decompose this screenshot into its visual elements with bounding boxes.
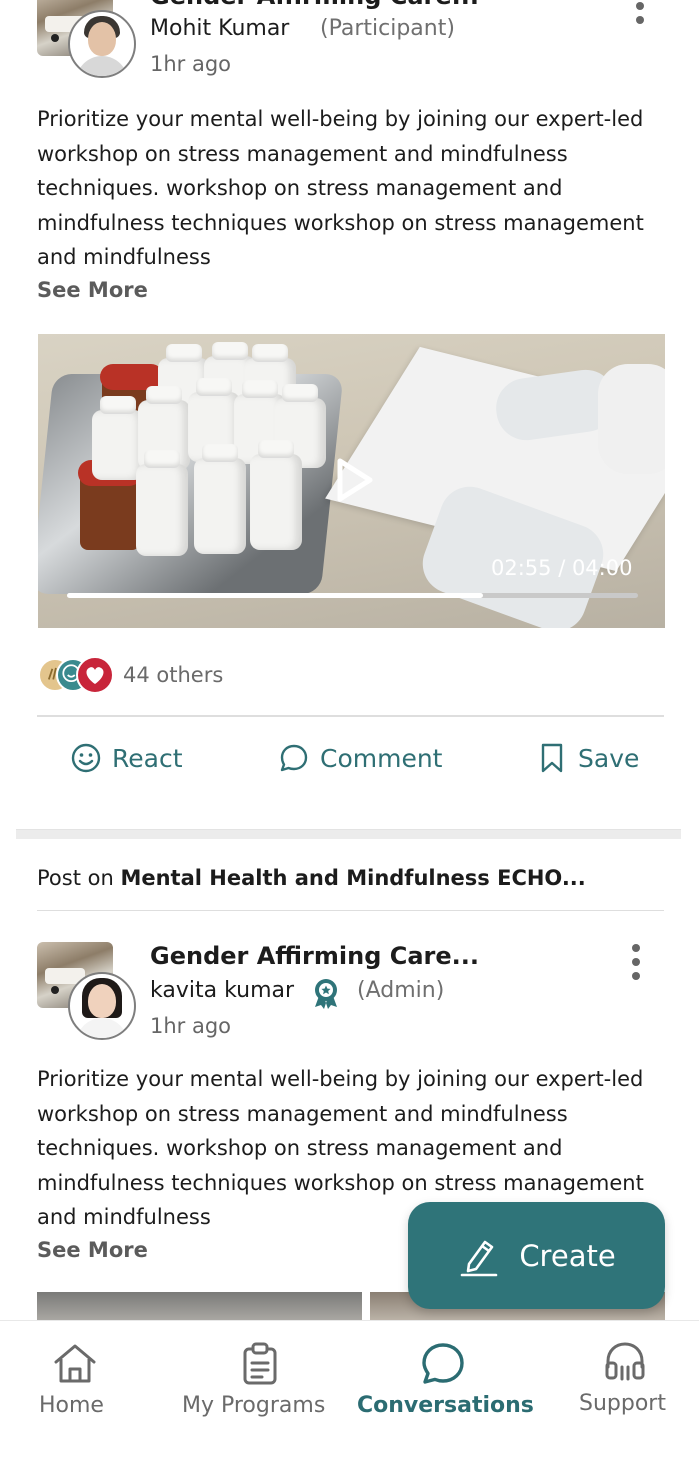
clipboard-icon bbox=[243, 1342, 277, 1385]
video-progress-bar[interactable] bbox=[67, 593, 638, 598]
bottom-nav: Home My Programs Conversations Support bbox=[0, 1320, 699, 1478]
nav-support-label: Support bbox=[579, 1391, 666, 1416]
more-options-icon[interactable] bbox=[634, 0, 646, 28]
avatar[interactable] bbox=[68, 972, 136, 1040]
home-icon bbox=[54, 1344, 96, 1383]
divider bbox=[37, 910, 664, 911]
comment-button[interactable]: Comment bbox=[278, 742, 443, 774]
community-link[interactable]: Mental Health and Mindfulness ECHO... bbox=[120, 866, 585, 890]
nav-programs-label: My Programs bbox=[182, 1393, 326, 1418]
post-time: 1hr ago bbox=[150, 1014, 232, 1038]
video-progress-fill bbox=[67, 593, 484, 598]
pencil-icon bbox=[461, 1240, 498, 1276]
play-icon[interactable] bbox=[335, 457, 375, 503]
react-button[interactable]: React bbox=[70, 742, 183, 774]
post-context: Post on Mental Health and Mindfulness EC… bbox=[37, 866, 586, 890]
heart-icon bbox=[76, 656, 114, 694]
comment-icon bbox=[280, 744, 308, 772]
more-options-icon[interactable] bbox=[630, 944, 642, 984]
post-on-prefix: Post on bbox=[37, 866, 114, 890]
nav-conversations[interactable]: Conversations bbox=[355, 1321, 535, 1451]
author-role: (Participant) bbox=[320, 16, 455, 41]
create-button[interactable]: Create bbox=[408, 1202, 665, 1309]
bookmark-icon bbox=[541, 743, 563, 773]
comment-label: Comment bbox=[320, 743, 443, 773]
author-role: (Admin) bbox=[357, 978, 445, 1003]
author-name[interactable]: Mohit Kumar bbox=[150, 16, 289, 41]
create-label: Create bbox=[519, 1238, 616, 1273]
post-title[interactable]: Gender Affirming Care... bbox=[150, 942, 479, 970]
avatar[interactable] bbox=[68, 10, 136, 78]
video-timecode: 02:55 / 04:00 bbox=[491, 556, 633, 580]
post-time: 1hr ago bbox=[150, 52, 232, 76]
nav-conversations-label: Conversations bbox=[357, 1393, 534, 1418]
post-body: Prioritize your mental well-being by joi… bbox=[37, 107, 644, 269]
post-title[interactable]: Gender Affirming Care... bbox=[150, 0, 479, 10]
save-label: Save bbox=[578, 743, 640, 773]
nav-home[interactable]: Home bbox=[20, 1321, 130, 1451]
save-button[interactable]: Save bbox=[536, 742, 639, 774]
divider bbox=[37, 715, 664, 717]
see-more-link[interactable]: See More bbox=[37, 278, 148, 302]
chat-icon bbox=[422, 1343, 464, 1384]
smiley-icon bbox=[71, 743, 101, 773]
section-separator bbox=[16, 829, 681, 839]
author-name[interactable]: kavita kumar bbox=[150, 978, 294, 1003]
reaction-count[interactable]: 44 others bbox=[123, 663, 223, 687]
nav-my-programs[interactable]: My Programs bbox=[180, 1321, 340, 1451]
see-more-link[interactable]: See More bbox=[37, 1238, 148, 1262]
nav-support[interactable]: Support bbox=[570, 1321, 680, 1451]
headset-icon bbox=[605, 1342, 645, 1381]
nav-home-label: Home bbox=[39, 1393, 104, 1418]
admin-badge-icon bbox=[315, 979, 337, 1009]
react-label: React bbox=[112, 743, 183, 773]
